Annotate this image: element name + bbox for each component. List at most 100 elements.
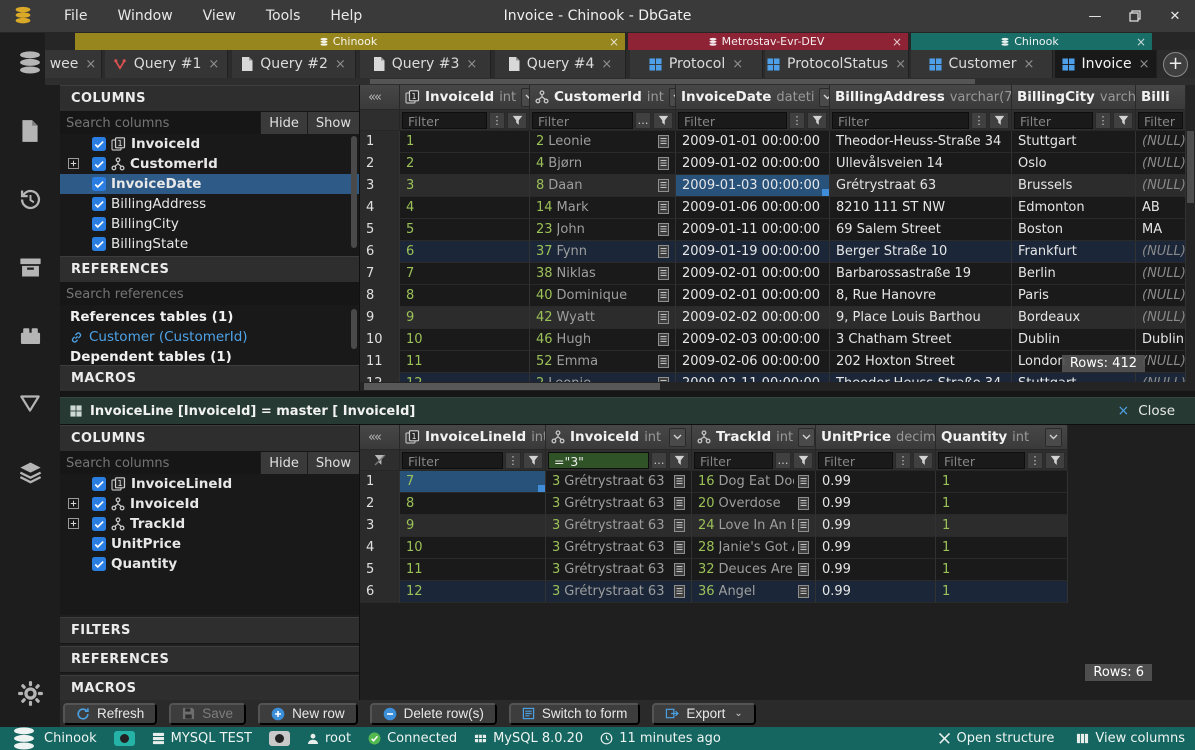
open-detail-icon[interactable] xyxy=(658,135,669,148)
filter-input[interactable]: ="3" xyxy=(548,452,649,469)
column-item-billingaddress[interactable]: BillingAddress xyxy=(60,194,359,214)
column-menu-button[interactable] xyxy=(1045,428,1062,447)
cell-billi[interactable]: Dublin xyxy=(1136,329,1186,351)
cell-customerid[interactable]: 2Leonie xyxy=(530,131,676,153)
show-columns-button[interactable]: Show xyxy=(307,112,359,134)
cell-quantity[interactable]: 1 xyxy=(936,537,1068,559)
cell-trackid[interactable]: 36Angel xyxy=(692,581,816,603)
cell-billi[interactable]: (NULL) xyxy=(1136,153,1186,175)
cell-unitprice[interactable]: 0.99 xyxy=(816,493,936,515)
cell-invoicedate[interactable]: 2009-02-06 00:00:00 xyxy=(676,351,830,373)
cell-trackid[interactable]: 28Janie's Got A xyxy=(692,537,816,559)
tab-query-3[interactable]: Query #3× xyxy=(360,50,491,78)
cell-customerid[interactable]: 2Leonie xyxy=(530,373,676,382)
cell-billingaddress[interactable]: 69 Salem Street xyxy=(830,219,1012,241)
search-references-input[interactable] xyxy=(60,283,359,305)
cell-invoiceid[interactable]: 6 xyxy=(400,241,530,263)
cell-invoiceid[interactable]: 3Grétrystraat 63 xyxy=(546,515,692,537)
cell-invoicedate[interactable]: 2009-02-11 00:00:00 xyxy=(676,373,830,382)
cell-invoiceid[interactable]: 11 xyxy=(400,351,530,373)
close-button[interactable]: ✕ xyxy=(1155,0,1195,33)
sidebar-archive-icon[interactable] xyxy=(14,251,46,283)
cell-invoicedate[interactable]: 2009-01-03 00:00:00 xyxy=(676,175,830,197)
menu-file[interactable]: File xyxy=(52,4,99,28)
open-structure-button[interactable]: Open structure xyxy=(938,731,1055,746)
cell-quantity[interactable]: 1 xyxy=(936,471,1068,493)
filter-input[interactable]: Filter xyxy=(818,452,893,469)
cell-invoiceid[interactable]: 1 xyxy=(400,131,530,153)
expand-icon[interactable] xyxy=(68,518,79,529)
cell-customerid[interactable]: 23John xyxy=(530,219,676,241)
sidebar-plugins-icon[interactable] xyxy=(14,319,46,351)
column-menu-button[interactable] xyxy=(521,88,530,107)
row-number-cell[interactable]: 3 xyxy=(360,175,400,197)
cell-billingcity[interactable]: Boston xyxy=(1012,219,1136,241)
filter-funnel-button[interactable] xyxy=(1113,112,1133,129)
cell-billi[interactable]: AB xyxy=(1136,197,1186,219)
filter-menu-button[interactable]: ⋮ xyxy=(489,112,505,129)
tab-group-2[interactable]: Chinook× xyxy=(911,33,1152,50)
open-detail-icon[interactable] xyxy=(798,475,809,488)
column-menu-button[interactable] xyxy=(798,428,815,447)
panel-scrollbar[interactable] xyxy=(351,136,357,248)
expand-icon[interactable] xyxy=(68,498,79,509)
close-group-icon[interactable]: × xyxy=(609,35,619,49)
column-header-trackid[interactable]: TrackIdint xyxy=(692,425,816,450)
tab-query-2[interactable]: Query #2× xyxy=(232,50,356,78)
cell-billingcity[interactable]: Berlin xyxy=(1012,263,1136,285)
filter-menu-button[interactable]: ⋮ xyxy=(505,452,521,469)
cell-invoicelineid[interactable]: 12 xyxy=(400,581,546,603)
reference-link[interactable]: Customer (CustomerId) xyxy=(60,327,359,347)
search-columns-input[interactable] xyxy=(60,452,260,474)
tab-wee[interactable]: wee× xyxy=(45,50,102,78)
cell-billingaddress[interactable]: Barbarossastraße 19 xyxy=(830,263,1012,285)
close-group-icon[interactable]: × xyxy=(892,35,902,49)
column-item-invoicedate[interactable]: InvoiceDate xyxy=(60,174,359,194)
cell-customerid[interactable]: 40Dominique xyxy=(530,285,676,307)
references-section-header[interactable]: REFERENCES xyxy=(60,646,359,673)
open-detail-icon[interactable] xyxy=(658,267,669,280)
column-item-trackid[interactable]: TrackId xyxy=(60,514,359,534)
sidebar-settings-icon[interactable] xyxy=(14,677,46,709)
cell-billingaddress[interactable]: Berger Straße 10 xyxy=(830,241,1012,263)
tab-protocolstatus[interactable]: ProtocolStatus× xyxy=(765,50,909,78)
cell-invoicedate[interactable]: 2009-01-02 00:00:00 xyxy=(676,153,830,175)
cell-invoiceid[interactable]: 3Grétrystraat 63 xyxy=(546,471,692,493)
close-tab-icon[interactable]: × xyxy=(732,57,743,72)
cell-invoicelineid[interactable]: 11 xyxy=(400,559,546,581)
open-detail-icon[interactable] xyxy=(798,585,809,598)
column-header-quantity[interactable]: Quantityint xyxy=(936,425,1068,450)
filter-funnel-button[interactable] xyxy=(913,452,933,469)
filter-input[interactable]: Filter xyxy=(694,452,773,469)
cell-unitprice[interactable]: 0.99 xyxy=(816,471,936,493)
filter-input[interactable]: Filter xyxy=(402,452,503,469)
filter-input[interactable]: Filter xyxy=(532,112,633,129)
open-detail-icon[interactable] xyxy=(798,497,809,510)
cell-billingcity[interactable]: Stuttgart xyxy=(1012,131,1136,153)
checkbox-checked[interactable] xyxy=(92,217,106,231)
cell-invoicedate[interactable]: 2009-01-01 00:00:00 xyxy=(676,131,830,153)
cell-invoicelineid[interactable]: 7 xyxy=(400,471,546,493)
cell-billi[interactable]: (NULL) xyxy=(1136,307,1186,329)
column-item-quantity[interactable]: Quantity xyxy=(60,554,359,574)
cell-unitprice[interactable]: 0.99 xyxy=(816,559,936,581)
column-menu-button[interactable] xyxy=(669,428,686,447)
cell-invoiceid[interactable]: 4 xyxy=(400,197,530,219)
maximize-button[interactable] xyxy=(1115,0,1155,33)
cell-invoiceid[interactable]: 3Grétrystraat 63 xyxy=(546,493,692,515)
view-columns-button[interactable]: View columns xyxy=(1076,731,1185,746)
filter-menu-button[interactable]: … xyxy=(635,112,651,129)
open-detail-icon[interactable] xyxy=(798,563,809,576)
hide-columns-button[interactable]: Hide xyxy=(260,452,307,474)
close-tab-icon[interactable]: × xyxy=(601,57,612,72)
sidebar-layers-icon[interactable] xyxy=(14,455,46,487)
checkbox-checked[interactable] xyxy=(92,197,106,211)
column-header-unitprice[interactable]: UnitPricedecim xyxy=(816,425,936,450)
checkbox-checked[interactable] xyxy=(92,157,106,171)
switch-to-form-button[interactable]: Switch to form xyxy=(509,703,641,725)
close-tab-icon[interactable]: × xyxy=(208,57,219,72)
cell-quantity[interactable]: 1 xyxy=(936,493,1068,515)
column-header-billingaddress[interactable]: BillingAddressvarchar(70 xyxy=(830,85,1012,110)
new-tab-button[interactable]: + xyxy=(1163,52,1188,77)
open-detail-icon[interactable] xyxy=(658,223,669,236)
